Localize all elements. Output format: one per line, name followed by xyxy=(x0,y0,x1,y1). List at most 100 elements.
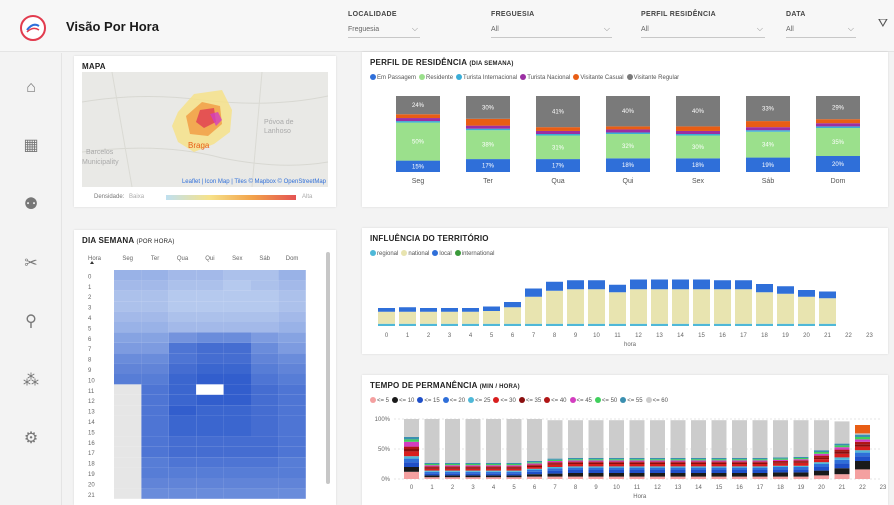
heatmap-cell[interactable] xyxy=(141,311,169,322)
permanencia-bar-40[interactable] xyxy=(752,461,768,463)
influencia-bar-regional[interactable] xyxy=(630,323,647,326)
permanencia-legend-item[interactable]: <= 20 xyxy=(442,397,465,404)
heatmap-cell[interactable] xyxy=(251,342,279,354)
permanencia-bar-40[interactable] xyxy=(691,461,706,463)
heatmap-cell[interactable] xyxy=(251,374,279,385)
permanencia-bar-15[interactable] xyxy=(814,467,829,471)
heatmap-cell[interactable] xyxy=(278,415,306,426)
influencia-bar-regional[interactable] xyxy=(798,323,815,326)
heatmap-cell[interactable] xyxy=(168,405,197,416)
permanencia-bar-55[interactable] xyxy=(670,458,686,460)
permanencia-bar-25[interactable] xyxy=(424,470,440,472)
permanencia-bar-55[interactable] xyxy=(547,458,563,460)
permanencia-bar-20[interactable] xyxy=(834,459,850,464)
heatmap-cell[interactable] xyxy=(251,446,279,458)
perfil-bar-turista-internacional[interactable] xyxy=(536,134,580,136)
permanencia-bar-20[interactable] xyxy=(424,471,440,474)
permanencia-bar-5[interactable] xyxy=(834,474,850,479)
permanencia-bar-50[interactable] xyxy=(527,462,542,464)
sidebar-item-location[interactable]: ⚲ xyxy=(21,312,41,332)
permanencia-legend-item[interactable]: <= 35 xyxy=(518,397,541,404)
permanencia-bar-5[interactable] xyxy=(609,476,624,479)
permanencia-bar-30[interactable] xyxy=(855,446,870,451)
heatmap-cell[interactable] xyxy=(196,311,224,322)
influencia-bar-local[interactable] xyxy=(609,284,626,293)
permanencia-bar-45[interactable] xyxy=(834,447,850,450)
app-logo[interactable] xyxy=(20,15,46,41)
heatmap-cell[interactable] xyxy=(141,426,169,437)
heatmap-cell[interactable] xyxy=(168,467,197,478)
heatmap-cell[interactable] xyxy=(114,467,142,478)
permanencia-bar-15[interactable] xyxy=(752,470,768,473)
permanencia-legend-item[interactable]: <= 40 xyxy=(544,397,567,404)
permanencia-bar-55[interactable] xyxy=(609,458,624,460)
permanencia-bar-55[interactable] xyxy=(814,450,829,452)
heatmap-cell[interactable] xyxy=(223,280,251,291)
permanencia-bar-30[interactable] xyxy=(424,468,440,471)
permanencia-bar-55[interactable] xyxy=(834,443,850,446)
permanencia-bar-10[interactable] xyxy=(465,475,481,478)
influencia-bar-regional[interactable] xyxy=(777,323,794,326)
permanencia-bar-55[interactable] xyxy=(855,434,870,437)
permanencia-bar-60[interactable] xyxy=(711,420,727,458)
influencia-bar-national[interactable] xyxy=(672,289,689,324)
heatmap-cell[interactable] xyxy=(114,301,142,312)
permanencia-bar-15[interactable] xyxy=(445,473,460,476)
perfil-legend-item[interactable]: Turista Internacional xyxy=(456,74,517,81)
permanencia-bar-55[interactable] xyxy=(486,462,501,464)
permanencia-bar-30[interactable] xyxy=(465,468,481,471)
permanencia-bar-60[interactable] xyxy=(732,420,747,458)
permanencia-bar-40[interactable] xyxy=(527,464,542,466)
permanencia-bar-25[interactable] xyxy=(568,466,583,468)
permanencia-bar-25[interactable] xyxy=(773,465,788,467)
influencia-bar-local[interactable] xyxy=(735,280,752,290)
heatmap-cell[interactable] xyxy=(223,311,251,322)
permanencia-bar-60[interactable] xyxy=(486,419,501,463)
permanencia-bar-25[interactable] xyxy=(506,470,522,472)
heatmap-cell[interactable] xyxy=(141,301,169,312)
perfil-bar-turista-nacional[interactable] xyxy=(466,125,510,129)
influencia-bar-national[interactable] xyxy=(735,289,752,324)
permanencia-bar-50[interactable] xyxy=(793,458,809,460)
heatmap-scrollbar[interactable] xyxy=(326,252,330,484)
permanencia-bar-5[interactable] xyxy=(486,477,501,479)
permanencia-bar-20[interactable] xyxy=(773,467,788,470)
permanencia-bar-60[interactable] xyxy=(752,420,768,458)
permanencia-bar-10[interactable] xyxy=(855,461,870,470)
heatmap-cell[interactable] xyxy=(196,374,224,385)
heatmap-cell[interactable] xyxy=(251,436,279,447)
perfil-bar-turista-nacional[interactable] xyxy=(606,129,650,133)
influencia-bar-local[interactable] xyxy=(441,308,458,312)
permanencia-bar-20[interactable] xyxy=(650,467,665,470)
permanencia-bar-25[interactable] xyxy=(834,457,850,460)
influencia-bar-national[interactable] xyxy=(546,290,563,324)
permanencia-bar-25[interactable] xyxy=(732,466,747,468)
heatmap-cell[interactable] xyxy=(223,405,251,416)
influencia-bar-regional[interactable] xyxy=(588,323,605,326)
perfil-bar-visitante-casual[interactable] xyxy=(746,121,790,128)
heatmap-cell[interactable] xyxy=(168,301,197,312)
heatmap-cell[interactable] xyxy=(196,467,224,478)
permanencia-legend-item[interactable]: <= 10 xyxy=(392,397,414,404)
permanencia-bar-60[interactable] xyxy=(670,420,686,458)
permanencia-bar-40[interactable] xyxy=(486,466,501,468)
permanencia-bar-35[interactable] xyxy=(486,467,501,469)
heatmap-cell[interactable] xyxy=(278,290,306,302)
permanencia-bar-20[interactable] xyxy=(404,458,419,463)
permanencia-bar-60[interactable] xyxy=(506,419,522,463)
permanencia-bar-45[interactable] xyxy=(404,441,419,447)
permanencia-bar-15[interactable] xyxy=(670,470,686,473)
heatmap-cell[interactable] xyxy=(114,353,142,364)
permanencia-legend-item[interactable]: <= 25 xyxy=(468,397,490,404)
permanencia-bar-25[interactable] xyxy=(793,465,809,467)
influencia-bar-national[interactable] xyxy=(588,289,605,324)
influencia-bar-local[interactable] xyxy=(693,279,710,290)
permanencia-bar-50[interactable] xyxy=(506,464,522,466)
permanencia-bar-35[interactable] xyxy=(547,463,563,465)
permanencia-bar-10[interactable] xyxy=(752,473,768,477)
permanencia-bar-10[interactable] xyxy=(711,473,727,477)
sidebar-item-settings[interactable]: ⚙ xyxy=(21,429,41,449)
heatmap-cell[interactable] xyxy=(168,332,197,343)
permanencia-bar-5[interactable] xyxy=(711,476,727,479)
permanencia-bar-50[interactable] xyxy=(752,459,768,461)
